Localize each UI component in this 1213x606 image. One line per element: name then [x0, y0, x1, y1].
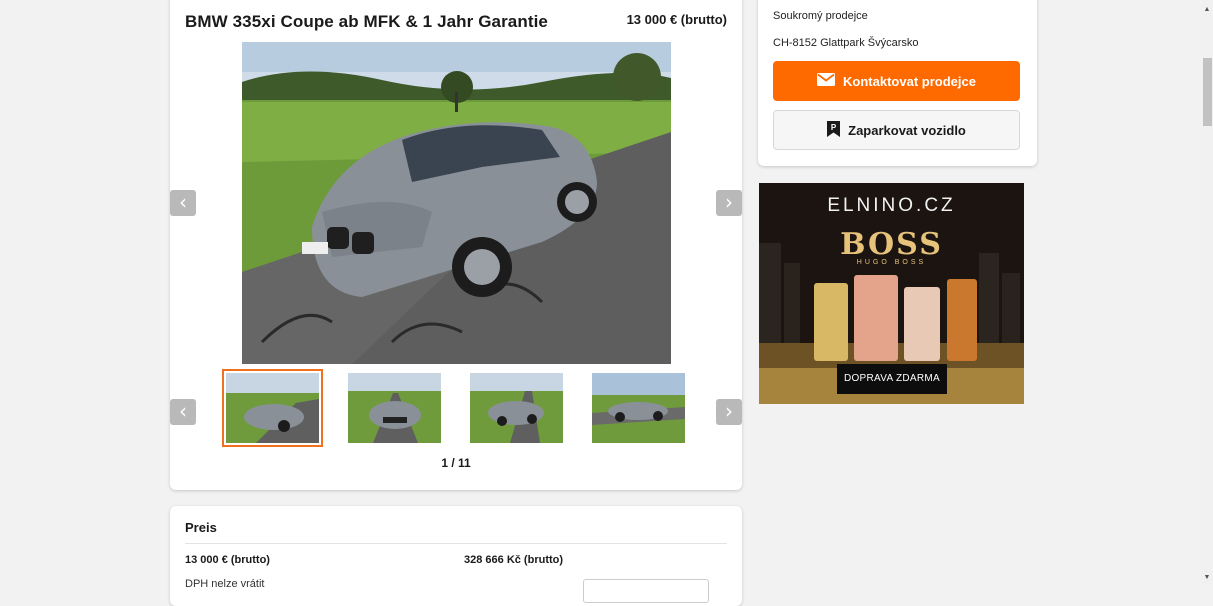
- page-scrollbar[interactable]: ▲ ▼: [1201, 0, 1213, 585]
- scroll-down-arrow-icon[interactable]: ▼: [1201, 574, 1213, 581]
- listing-title: BMW 335xi Coupe ab MFK & 1 Jahr Garantie: [185, 12, 548, 31]
- divider: [185, 543, 727, 544]
- price-eur: 13 000 € (brutto): [185, 554, 270, 566]
- scrollbar-thumb[interactable]: [1203, 58, 1212, 126]
- next-thumbnails-button[interactable]: ›: [716, 399, 742, 425]
- thumbnail-1[interactable]: [222, 369, 323, 447]
- park-vehicle-label: Zaparkovat vozidlo: [848, 122, 966, 138]
- ad-subline: HUGO BOSS: [856, 259, 927, 266]
- thumbnail-4[interactable]: [592, 373, 685, 443]
- ad-cta[interactable]: DOPRAVA ZDARMA: [837, 364, 947, 394]
- photo-counter: 1 / 11: [441, 456, 471, 470]
- park-vehicle-button[interactable]: P Zaparkovat vozidlo: [773, 110, 1020, 150]
- envelope-icon: [817, 73, 836, 89]
- prev-photo-button[interactable]: ‹: [170, 190, 196, 216]
- thumbnail-strip: [220, 369, 700, 447]
- ad-brand: ELNINO.CZ: [827, 195, 956, 216]
- bookmark-icon: P: [827, 120, 841, 140]
- contact-seller-label: Kontaktovat prodejce: [843, 73, 976, 89]
- currency-select[interactable]: [583, 579, 709, 603]
- seller-card: Soukromý prodejce CH-8152 Glattpark Švýc…: [758, 0, 1037, 166]
- chevron-left-icon: ‹: [179, 399, 187, 423]
- seller-location: CH-8152 Glattpark Švýcarsko: [773, 37, 919, 49]
- chevron-right-icon: ›: [725, 190, 733, 214]
- thumbnail-3[interactable]: [470, 373, 563, 443]
- listing-price: 13 000 € (brutto): [626, 12, 727, 27]
- main-photo[interactable]: [242, 42, 671, 364]
- contact-seller-button[interactable]: Kontaktovat prodejce: [773, 61, 1020, 101]
- svg-text:P: P: [831, 123, 837, 132]
- scroll-up-arrow-icon[interactable]: ▲: [1201, 6, 1213, 13]
- next-photo-button[interactable]: ›: [716, 190, 742, 216]
- seller-type: Soukromý prodejce: [773, 10, 868, 22]
- chevron-right-icon: ›: [725, 399, 733, 423]
- thumbnail-2[interactable]: [348, 373, 441, 443]
- ad-product: BOSS: [840, 227, 943, 262]
- vat-label: DPH nelze vrátit: [185, 578, 265, 590]
- price-czk: 328 666 Kč (brutto): [464, 554, 564, 566]
- prev-thumbnails-button[interactable]: ‹: [170, 399, 196, 425]
- listing-gallery-card: BMW 335xi Coupe ab MFK & 1 Jahr Garantie…: [170, 0, 742, 490]
- advertisement-banner[interactable]: ELNINO.CZ BOSS HUGO BOSS DOPRAVA ZDARMA: [759, 183, 1024, 404]
- price-card: Preis 13 000 € (brutto) 328 666 Kč (brut…: [170, 506, 742, 606]
- chevron-left-icon: ‹: [179, 190, 187, 214]
- price-section-title: Preis: [185, 520, 217, 535]
